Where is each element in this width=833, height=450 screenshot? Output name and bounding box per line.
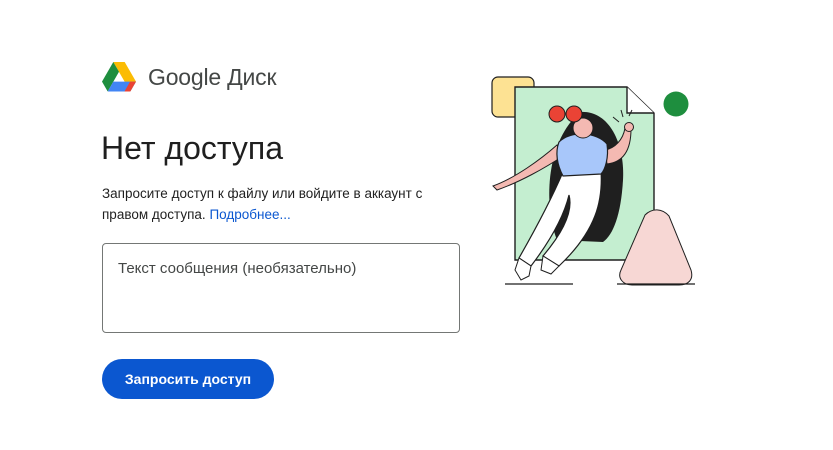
page-title: Нет доступа [101, 130, 283, 166]
brand-name: Google Диск [148, 64, 277, 90]
person-leaving-document-illustration [491, 76, 695, 286]
access-description: Запросите доступ к файлу или войдите в а… [102, 183, 462, 225]
request-access-button[interactable]: Запросить доступ [102, 359, 274, 399]
logo-row: Google Диск [102, 62, 277, 93]
google-drive-logo-icon [102, 62, 136, 92]
learn-more-link[interactable]: Подробнее... [209, 207, 290, 222]
message-field[interactable] [102, 243, 460, 333]
